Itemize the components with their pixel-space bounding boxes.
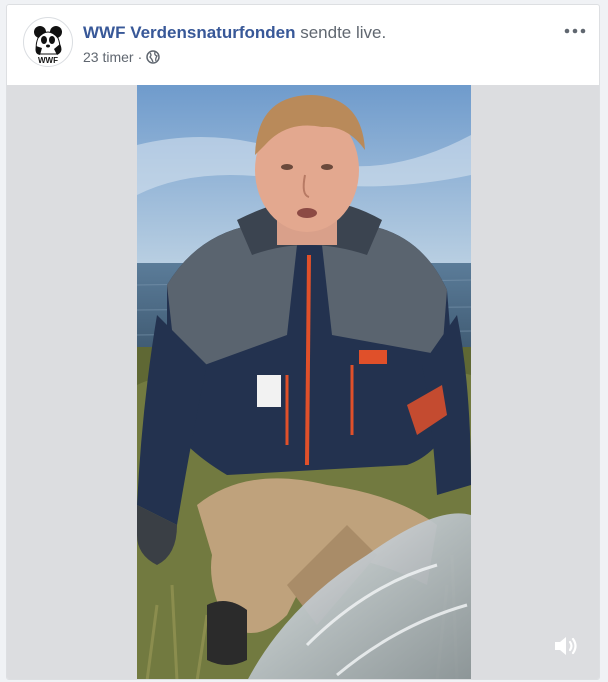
post-header: WWF WWF Verdensnaturfonden sendte live. … <box>7 5 599 85</box>
video-player[interactable] <box>7 85 599 679</box>
post-card: WWF WWF Verdensnaturfonden sendte live. … <box>6 4 600 680</box>
page-name-link[interactable]: WWF Verdensnaturfonden <box>83 23 296 42</box>
logo-wordmark: WWF <box>38 56 58 65</box>
speaker-icon[interactable] <box>549 629 583 663</box>
panda-logo-icon: WWF <box>34 26 62 65</box>
page-avatar[interactable]: WWF <box>23 17 73 67</box>
post-timestamp[interactable]: 23 timer <box>83 49 134 65</box>
meta-separator: · <box>137 49 143 65</box>
post-title: WWF Verdensnaturfonden sendte live. <box>83 23 386 43</box>
more-options-icon[interactable] <box>561 21 589 41</box>
live-video-frame[interactable] <box>137 85 471 679</box>
post-meta: 23 timer · <box>83 49 160 65</box>
post-action-text: sendte live. <box>295 23 387 42</box>
globe-icon[interactable] <box>146 50 160 64</box>
